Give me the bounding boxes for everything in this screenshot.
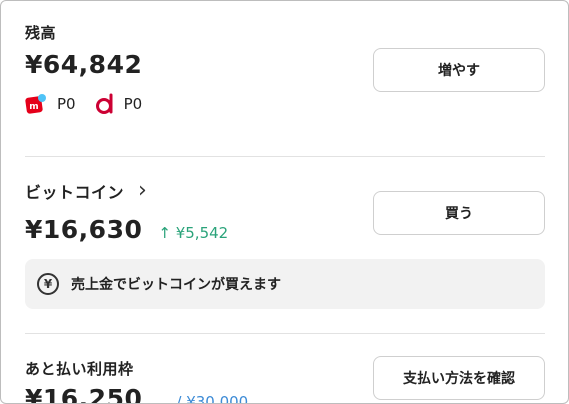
notice-text: 売上金でビットコインが買えます — [71, 277, 281, 293]
divider — [25, 333, 545, 334]
bitcoin-amount: ¥16,630 — [25, 215, 143, 244]
divider — [25, 156, 545, 157]
chevron-right-icon: › — [138, 178, 147, 203]
credit-limit: / ¥30,000 — [176, 393, 249, 404]
d-point-value: P0 — [123, 95, 143, 113]
bitcoin-label: ビットコイン — [25, 183, 125, 202]
bitcoin-amount-row: ¥16,630 ↑ ¥5,542 — [25, 215, 228, 244]
credit-amount: ¥16,250 — [25, 384, 143, 404]
yen-circle-icon: ¥ — [37, 273, 59, 295]
wallet-panel: 残高 ¥64,842 m P0 P0 増やす ビットコイン › ¥16,630 … — [0, 0, 569, 404]
svg-text:m: m — [29, 102, 38, 112]
bitcoin-change: ↑ ¥5,542 — [158, 224, 229, 242]
balance-amount: ¥64,842 — [25, 50, 143, 79]
buy-bitcoin-button[interactable]: 買う — [373, 191, 545, 235]
bitcoin-notice[interactable]: ¥ 売上金でビットコインが買えます — [25, 259, 545, 309]
add-funds-button[interactable]: 増やす — [373, 48, 545, 92]
credit-label: あと払い利用枠 — [25, 360, 134, 378]
d-point-icon — [94, 93, 116, 115]
credit-amount-row: ¥16,250 / ¥30,000 — [25, 384, 249, 404]
merpay-point-icon: m — [25, 93, 47, 115]
merpay-point-value: P0 — [57, 95, 76, 113]
balance-label: 残高 — [25, 24, 57, 42]
check-payment-method-button[interactable]: 支払い方法を確認 — [373, 356, 545, 400]
bitcoin-link[interactable]: ビットコイン › — [25, 179, 147, 203]
points-row: m P0 P0 — [25, 93, 142, 115]
